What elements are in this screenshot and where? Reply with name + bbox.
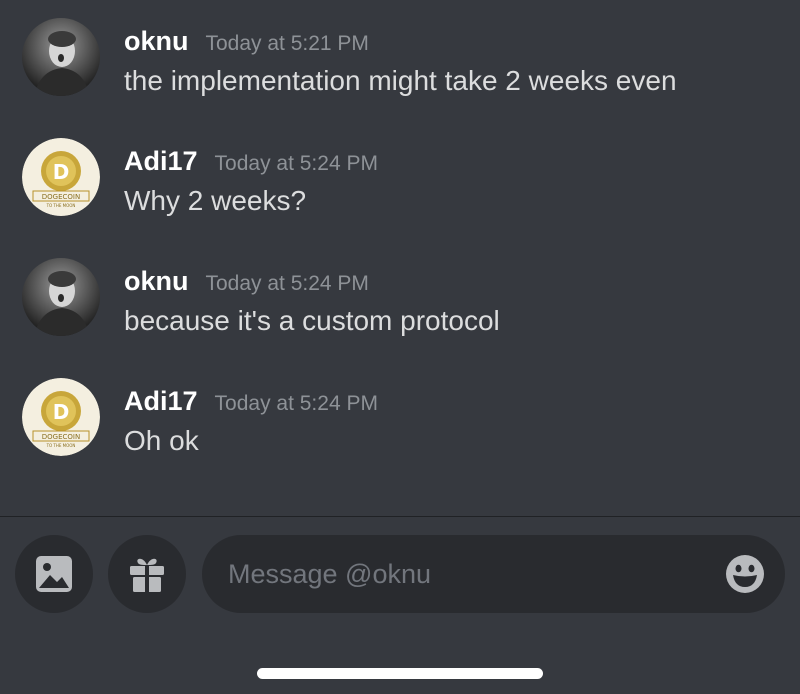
message-item: D DOGECOIN TO THE MOON Adi17 Today at 5:…	[0, 370, 800, 480]
dogecoin-avatar-icon: D DOGECOIN TO THE MOON	[22, 378, 100, 456]
message-header: oknu Today at 5:21 PM	[124, 26, 369, 57]
image-icon	[36, 556, 72, 592]
home-indicator[interactable]	[257, 668, 543, 679]
dogecoin-avatar-icon: D DOGECOIN TO THE MOON	[22, 138, 100, 216]
dogecoin-sublabel: TO THE MOON	[46, 443, 76, 448]
message-list[interactable]: oknu Today at 5:21 PM the implementation…	[0, 0, 800, 516]
timestamp: Today at 5:21 PM	[205, 32, 369, 55]
message-item: oknu Today at 5:24 PM because it's a cus…	[0, 250, 800, 360]
username[interactable]: Adi17	[124, 146, 198, 177]
message-text: because it's a custom protocol	[124, 305, 500, 336]
message-text: the implementation might take 2 weeks ev…	[124, 65, 677, 96]
message-item: D DOGECOIN TO THE MOON Adi17 Today at 5:…	[0, 130, 800, 240]
emoji-icon	[726, 555, 764, 593]
timestamp: Today at 5:24 PM	[205, 272, 369, 295]
user-avatar[interactable]: D DOGECOIN TO THE MOON	[22, 378, 100, 456]
message-item: oknu Today at 5:21 PM the implementation…	[0, 10, 800, 120]
dm-chat-screen: oknu Today at 5:21 PM the implementation…	[0, 0, 800, 694]
dogecoin-label: DOGECOIN	[42, 193, 80, 201]
username[interactable]: Adi17	[124, 386, 198, 417]
message-header: oknu Today at 5:24 PM	[124, 266, 369, 297]
user-photo-avatar-icon	[22, 258, 100, 336]
user-avatar[interactable]	[22, 258, 100, 336]
dogecoin-sublabel: TO THE MOON	[46, 203, 76, 208]
timestamp: Today at 5:24 PM	[214, 152, 378, 175]
user-avatar[interactable]: D DOGECOIN TO THE MOON	[22, 138, 100, 216]
gift-button[interactable]	[108, 535, 186, 613]
gift-icon	[130, 558, 164, 592]
message-input[interactable]	[228, 535, 708, 613]
message-text: Why 2 weeks?	[124, 185, 307, 216]
username[interactable]: oknu	[124, 26, 189, 57]
user-photo-avatar-icon	[22, 18, 100, 96]
timestamp: Today at 5:24 PM	[214, 392, 378, 415]
svg-text:D: D	[53, 400, 70, 424]
emoji-button[interactable]	[725, 554, 765, 594]
message-header: Adi17 Today at 5:24 PM	[124, 386, 378, 417]
dogecoin-label: DOGECOIN	[42, 433, 80, 441]
username[interactable]: oknu	[124, 266, 189, 297]
message-header: Adi17 Today at 5:24 PM	[124, 146, 378, 177]
svg-text:D: D	[53, 160, 70, 184]
message-input-container	[202, 535, 785, 613]
user-avatar[interactable]	[22, 18, 100, 96]
attach-image-button[interactable]	[15, 535, 93, 613]
message-text: Oh ok	[124, 425, 199, 456]
